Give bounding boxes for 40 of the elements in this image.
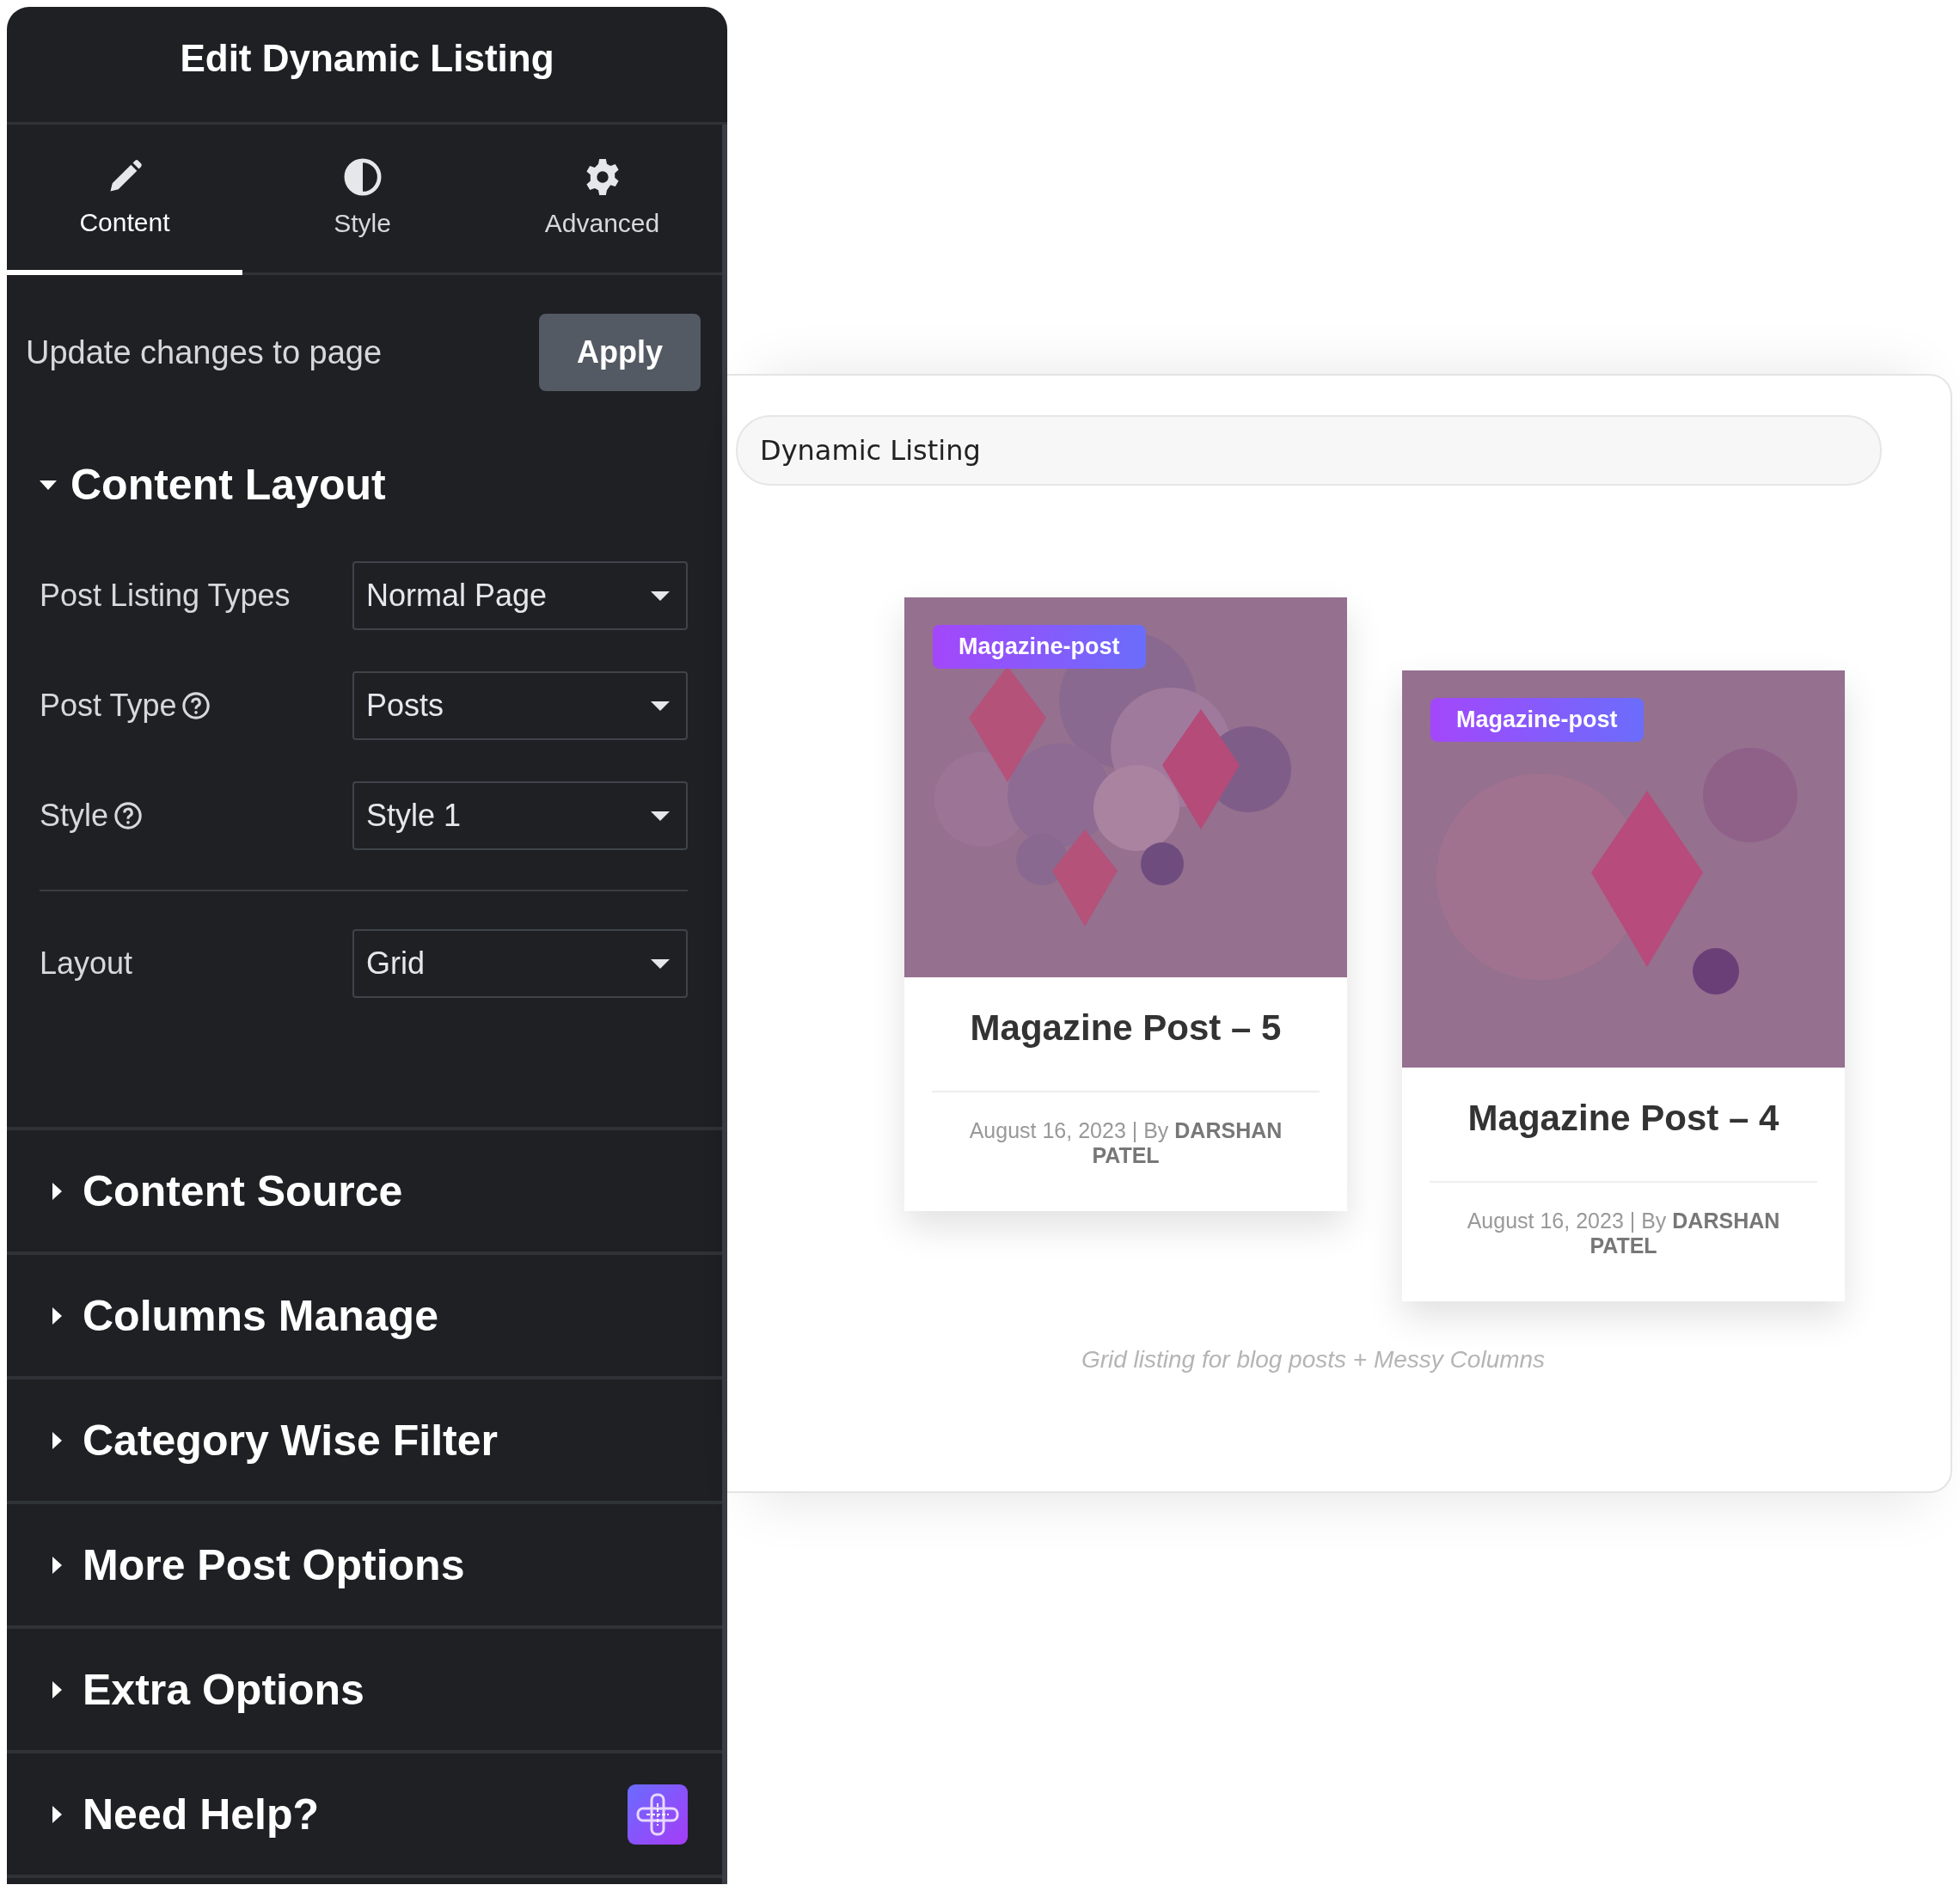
section-header[interactable]: More Post Options — [46, 1539, 465, 1590]
apply-label: Update changes to page — [26, 334, 383, 371]
post-card[interactable]: Magazine-post Magazine Post – 5 August 16, 2023 | By DARSHAN PATEL — [904, 597, 1347, 1211]
tab[interactable]: Style — [242, 125, 482, 275]
post-meta: August 16, 2023 | By DARSHAN PATEL — [1466, 1208, 1781, 1259]
scrollbar[interactable] — [722, 125, 727, 1884]
section-header[interactable]: Content Layout — [7, 460, 722, 510]
field-label: Post Type — [40, 688, 177, 724]
post-card[interactable]: Magazine-post Magazine Post – 4 August 16, 2023 | By DARSHAN PATEL — [1402, 670, 1845, 1301]
section-header[interactable]: Columns Manage — [46, 1290, 438, 1341]
field-label: Layout — [40, 946, 133, 982]
help-icon[interactable] — [181, 691, 211, 720]
tab[interactable]: Content — [7, 125, 242, 275]
dropdown[interactable]: Grid — [352, 929, 688, 998]
category-tag[interactable]: Magazine-post — [933, 625, 1146, 669]
post-title[interactable]: Magazine Post – 4 — [1402, 1068, 1845, 1162]
tab[interactable]: Advanced — [482, 125, 722, 275]
dropdown-caret-icon — [650, 958, 671, 970]
dropdown[interactable]: Posts — [352, 671, 688, 740]
panel-title: Edit Dynamic Listing — [180, 37, 554, 80]
dropdown-caret-icon — [650, 810, 671, 822]
section-header[interactable]: Extra Options — [46, 1664, 364, 1715]
contrast-icon — [342, 156, 383, 197]
post-meta: August 16, 2023 | By DARSHAN PATEL — [968, 1117, 1283, 1169]
section-header[interactable]: Content Source — [46, 1166, 403, 1216]
title-field[interactable]: Dynamic Listing — [736, 415, 1882, 486]
category-tag[interactable]: Magazine-post — [1430, 698, 1644, 742]
field-label: Style — [40, 798, 109, 834]
field-label: Post Listing Types — [40, 578, 291, 614]
dropdown[interactable]: Normal Page — [352, 561, 688, 630]
dropdown-caret-icon — [650, 700, 671, 712]
dropdown-caret-icon — [650, 590, 671, 602]
caption: Grid listing for blog posts + Messy Columns — [1080, 1345, 1547, 1374]
help-icon[interactable] — [113, 801, 144, 830]
dropdown[interactable]: Style 1 — [352, 781, 688, 850]
post-title[interactable]: Magazine Post – 5 — [904, 977, 1347, 1072]
apply-button[interactable]: Apply — [539, 314, 701, 391]
section-header[interactable]: Need Help? — [46, 1789, 320, 1839]
section-header[interactable]: Category Wise Filter — [46, 1415, 498, 1466]
help-plus-icon[interactable] — [628, 1784, 688, 1845]
